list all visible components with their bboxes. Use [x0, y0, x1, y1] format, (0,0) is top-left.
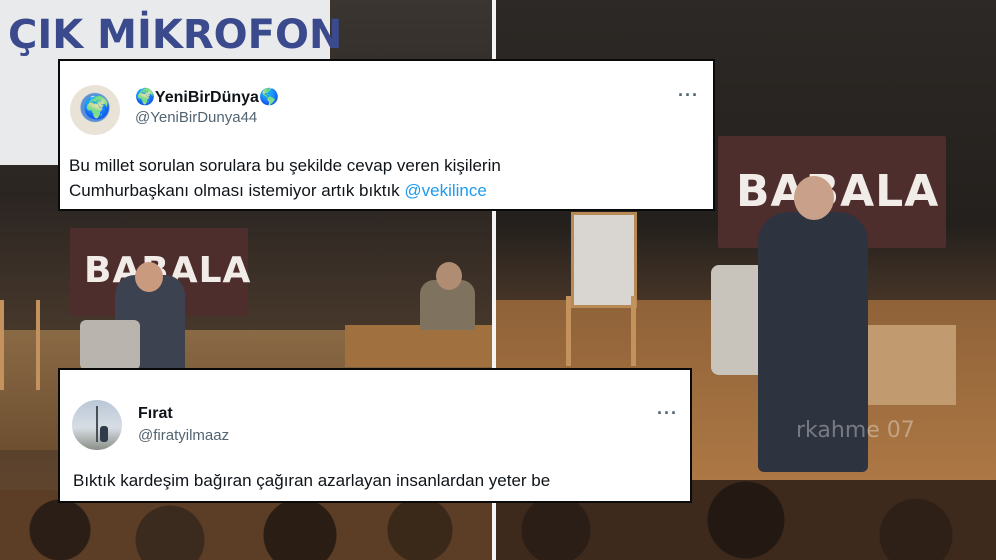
- display-name[interactable]: Fırat: [138, 405, 173, 423]
- user-handle[interactable]: @YeniBirDunya44: [135, 109, 257, 126]
- globe-icon: 🌍: [83, 95, 111, 120]
- tweet-text-line: Bu millet sorulan sorulara bu şekilde ce…: [69, 156, 501, 175]
- tweet-text: Bıktık kardeşim bağıran çağıran azarlaya…: [73, 471, 551, 490]
- video-watermark: rkahme 07: [796, 418, 915, 443]
- speaker-head: [794, 176, 834, 220]
- person-shape: [100, 426, 108, 442]
- host-head: [436, 262, 462, 290]
- display-name[interactable]: 🌍YeniBirDünya🌎: [135, 87, 279, 107]
- mention-link[interactable]: @vekilince: [404, 181, 486, 200]
- tweet-text-line: Cumhurbaşkanı olması istemiyor artık bık…: [69, 181, 405, 200]
- tweet-card[interactable]: 🌍 🌍YeniBirDünya🌎 @YeniBirDunya44 ··· Bu …: [58, 59, 715, 211]
- more-options-icon[interactable]: ···: [657, 403, 678, 424]
- easel: [0, 300, 40, 390]
- avatar[interactable]: [72, 400, 122, 450]
- screen-text: ÇIK MİKROFON: [8, 12, 343, 58]
- user-handle[interactable]: @firatyilmaaz: [138, 427, 229, 444]
- mast-shape: [96, 406, 98, 442]
- avatar[interactable]: 🌍: [70, 85, 120, 135]
- tweet-card[interactable]: Fırat @firatyilmaaz ··· Bıktık kardeşim …: [58, 368, 692, 503]
- banner-text: BABALA: [736, 166, 940, 217]
- more-options-icon[interactable]: ···: [678, 85, 699, 106]
- portrait-frame: [571, 212, 637, 308]
- easel: [566, 296, 636, 366]
- speaker-head: [135, 262, 163, 292]
- armchair: [80, 320, 140, 370]
- host-desk: [345, 325, 492, 367]
- side-table: [861, 325, 956, 405]
- tweet-text: Bu millet sorulan sorulara bu şekilde ce…: [69, 153, 709, 203]
